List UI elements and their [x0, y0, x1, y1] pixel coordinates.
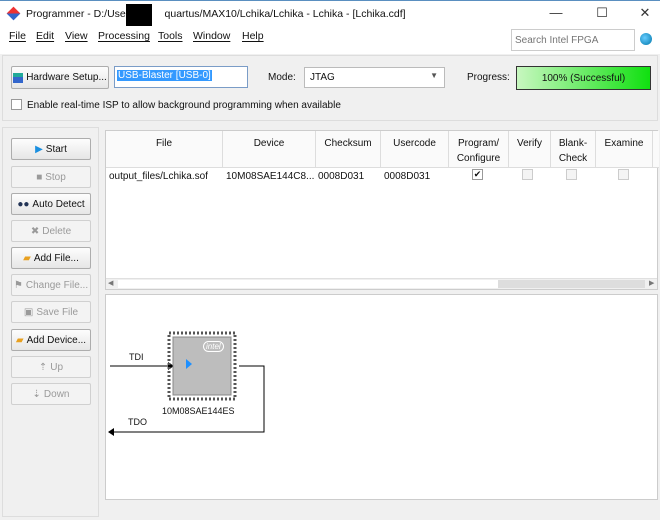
- col-program[interactable]: Program/ Configure: [449, 131, 509, 168]
- down-button[interactable]: ⇣ Down: [11, 383, 91, 405]
- verify-checkbox[interactable]: [522, 169, 533, 180]
- hardware-field[interactable]: USB-Blaster [USB-0]: [114, 66, 248, 88]
- stop-label: Stop: [45, 171, 66, 183]
- col-filler: [653, 131, 659, 168]
- cell-file: output_files/Lchika.sof: [109, 171, 208, 182]
- chevron-down-icon: ▼: [430, 71, 438, 80]
- hardware-setup-label: Hardware Setup...: [26, 72, 107, 83]
- col-checksum[interactable]: Checksum: [316, 131, 381, 168]
- auto-detect-button[interactable]: ●● Auto Detect: [11, 193, 91, 215]
- program-checkbox[interactable]: ✔: [472, 169, 483, 180]
- add-device-icon: ▰: [15, 334, 24, 346]
- examine-checkbox[interactable]: [618, 169, 629, 180]
- menu-help[interactable]: Help: [242, 30, 264, 42]
- minimize-button[interactable]: —: [541, 5, 571, 23]
- scrollbar-track[interactable]: [118, 280, 498, 288]
- down-icon: ⇣: [32, 388, 41, 400]
- title-bar: Programmer - D:/Users quartus/MAX10/Lchik…: [0, 0, 660, 26]
- device-label[interactable]: 10M08SAE144ES: [162, 406, 235, 416]
- scroll-right-icon[interactable]: ▶: [649, 279, 654, 287]
- up-icon: ⇡: [38, 361, 48, 373]
- device-table: File Device Checksum Usercode Program/ C…: [105, 130, 659, 290]
- down-label: Down: [43, 388, 70, 400]
- mode-select[interactable]: JTAG ▼: [304, 67, 445, 88]
- cell-device: 10M08SAE144C8...: [226, 171, 315, 182]
- add-device-label: Add Device...: [26, 334, 87, 346]
- up-label: Up: [50, 361, 64, 373]
- isp-label: Enable real-time ISP to allow background…: [27, 100, 341, 111]
- stop-button[interactable]: ■ Stop: [11, 166, 91, 188]
- folder-icon: ▰: [23, 252, 31, 264]
- menu-window[interactable]: Window: [193, 30, 230, 42]
- col-file[interactable]: File: [106, 131, 223, 168]
- save-file-button[interactable]: ▣ Save File: [11, 301, 91, 323]
- progress-bar: 100% (Successful): [516, 66, 651, 90]
- maximize-button[interactable]: ☐: [587, 5, 617, 23]
- globe-icon[interactable]: [640, 33, 652, 45]
- horizontal-scrollbar[interactable]: ◀ ▶: [106, 278, 657, 289]
- menu-edit[interactable]: Edit: [36, 30, 54, 42]
- cell-usercode: 0008D031: [384, 171, 431, 182]
- col-verify[interactable]: Verify: [509, 131, 551, 168]
- scrollbar-thumb[interactable]: [498, 280, 645, 288]
- save-icon: ▣: [23, 306, 34, 318]
- col-device[interactable]: Device: [223, 131, 316, 168]
- change-file-label: Change File...: [25, 279, 89, 291]
- col-blank-check[interactable]: Blank- Check: [551, 131, 596, 168]
- add-device-button[interactable]: ▰ Add Device...: [11, 329, 91, 351]
- hardware-icon: [13, 72, 24, 83]
- intel-logo: intel: [203, 341, 224, 352]
- mode-value: JTAG: [310, 72, 335, 83]
- redaction: [126, 4, 152, 26]
- start-label: Start: [45, 143, 67, 155]
- up-button[interactable]: ⇡ Up: [11, 356, 91, 378]
- start-button[interactable]: ▶ Start: [11, 138, 91, 160]
- delete-icon: ✖: [30, 225, 40, 237]
- menu-file[interactable]: File: [9, 30, 26, 42]
- add-file-label: Add File...: [33, 252, 79, 264]
- window-title: Programmer - D:/Users quartus/MAX10/Lchik…: [26, 8, 406, 20]
- isp-checkbox[interactable]: [11, 99, 22, 110]
- progress-label: Progress:: [467, 72, 510, 83]
- menu-tools[interactable]: Tools: [158, 30, 183, 42]
- auto-detect-label: Auto Detect: [32, 198, 85, 210]
- delete-label: Delete: [42, 225, 72, 237]
- blank-check-checkbox[interactable]: [566, 169, 577, 180]
- tdo-label: TDO: [128, 417, 147, 427]
- save-file-label: Save File: [36, 306, 79, 318]
- table-row[interactable]: output_files/Lchika.sof 10M08SAE144C8...…: [106, 169, 659, 185]
- col-usercode[interactable]: Usercode: [381, 131, 449, 168]
- close-button[interactable]: ✕: [630, 5, 660, 23]
- app-icon: [6, 6, 21, 21]
- add-file-button[interactable]: ▰ Add File...: [11, 247, 91, 269]
- mode-label: Mode:: [268, 72, 296, 83]
- menu-view[interactable]: View: [65, 30, 88, 42]
- stop-icon: ■: [36, 171, 43, 183]
- menu-processing[interactable]: Processing: [98, 30, 150, 42]
- change-file-icon: ⚑: [13, 279, 23, 291]
- tdi-label: TDI: [129, 352, 144, 362]
- search-input[interactable]: [511, 29, 635, 51]
- start-icon: ▶: [35, 143, 43, 155]
- hardware-setup-button[interactable]: Hardware Setup...: [11, 66, 109, 89]
- binoculars-icon: ●●: [17, 198, 30, 210]
- col-examine[interactable]: Examine: [596, 131, 653, 168]
- chain-lines: [108, 331, 265, 436]
- scroll-left-icon[interactable]: ◀: [108, 279, 113, 287]
- tdo-arrow-icon: [108, 428, 114, 436]
- delete-button[interactable]: ✖ Delete: [11, 220, 91, 242]
- jtag-chain-diagram: TDI TDO intel 10M08SAE144ES: [105, 294, 658, 500]
- cell-checksum: 0008D031: [318, 171, 365, 182]
- hardware-value: USB-Blaster [USB-0]: [117, 70, 212, 81]
- change-file-button[interactable]: ⚑ Change File...: [11, 274, 91, 296]
